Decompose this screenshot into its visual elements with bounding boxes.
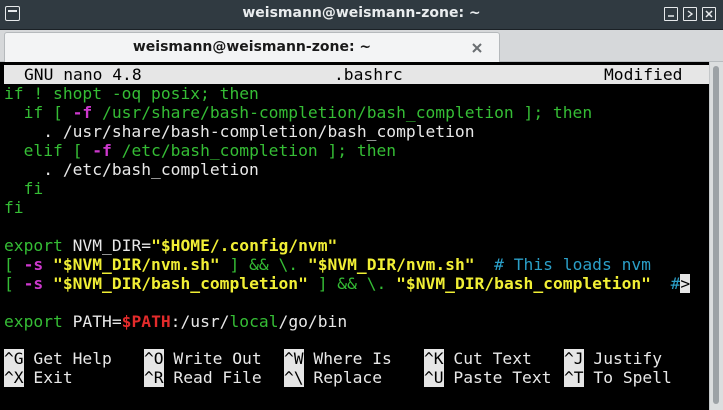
shortcut-key: ^W — [284, 349, 304, 368]
minimize-icon[interactable] — [664, 7, 678, 21]
nano-header-bar: GNU nano 4.8 .bashrc Modified — [4, 65, 709, 84]
window-title: weismann@weismann-zone: ~ — [242, 5, 481, 21]
code-token: export — [4, 312, 63, 331]
code-token: /usr/share/bash-completion/bash_completi… — [92, 103, 593, 122]
code-token: . /etc/bash_completion — [4, 160, 259, 179]
code-token: :/usr/ — [170, 312, 230, 331]
code-token: # — [650, 274, 681, 293]
nano-version: GNU nano 4.8 — [24, 65, 142, 84]
code-token: "$NVM_DIR/nvm.sh" — [53, 255, 220, 274]
shortcut-label: Where Is — [303, 349, 392, 368]
shortcut-key: ^U — [424, 368, 444, 387]
code-token: "$NVM_DIR/bash_completion" — [396, 274, 651, 293]
code-token: /go/bin — [278, 312, 348, 331]
nano-filename: .bashrc — [334, 65, 403, 84]
window-title-bar[interactable]: weismann@weismann-zone: ~ — [0, 0, 723, 30]
code-token: PATH= — [62, 312, 122, 331]
file-line: export NVM_DIR="$HOME/.config/nvm" — [4, 236, 337, 255]
code-token: # This loads nvm — [474, 255, 651, 274]
code-token: > — [680, 274, 691, 293]
file-line: fi — [4, 179, 44, 198]
code-token: -s — [23, 255, 44, 274]
code-token: [ — [4, 274, 24, 293]
shortcut-label: Cut Text — [443, 349, 532, 368]
code-token: elif [ — [4, 141, 93, 160]
file-line: . /usr/share/bash-completion/bash_comple… — [4, 122, 475, 141]
shortcut-key: ^J — [564, 349, 584, 368]
code-token: -s — [23, 274, 44, 293]
shortcut-label: Write Out — [163, 349, 262, 368]
shortcut-key: ^G — [4, 349, 24, 368]
terminal-tab[interactable]: weismann@weismann-zone: ~ — [4, 32, 500, 62]
code-token: ] && \. — [307, 274, 397, 293]
shortcut-label: Exit — [23, 368, 73, 387]
shortcut-label: Read File — [163, 368, 262, 387]
code-token: if ! shopt -oq posix; then — [4, 84, 259, 103]
close-x-icon[interactable] — [471, 42, 483, 54]
nano-status: Modified — [604, 65, 683, 84]
code-token: "$NVM_DIR/bash_completion" — [53, 274, 308, 293]
shortcut-item[interactable]: ^X Exit — [4, 368, 73, 387]
code-token: [ — [4, 255, 24, 274]
code-token: -f — [72, 103, 93, 122]
maximize-icon[interactable] — [683, 7, 697, 21]
code-token: "$NVM_DIR/nvm.sh" — [307, 255, 475, 274]
shortcut-key: ^X — [4, 368, 24, 387]
shortcut-label: Replace — [303, 368, 383, 387]
shortcut-label: Paste Text — [443, 368, 552, 387]
code-token: ] && \. — [219, 255, 308, 274]
close-icon[interactable] — [702, 7, 716, 21]
shortcut-label: To Spell — [583, 368, 672, 387]
scrollbar[interactable] — [709, 62, 723, 410]
file-line: if ! shopt -oq posix; then — [4, 84, 259, 103]
file-line: [ -s "$NVM_DIR/bash_completion" ] && \. … — [4, 274, 691, 293]
shortcut-item[interactable]: ^U Paste Text — [424, 368, 551, 387]
shortcut-item[interactable]: ^T To Spell — [564, 368, 672, 387]
code-token: fi — [4, 179, 44, 198]
file-line: export PATH=$PATH:/usr/local/go/bin — [4, 312, 347, 331]
code-token: -f — [92, 141, 112, 160]
code-token: local — [229, 312, 279, 331]
shortcut-key: ^O — [144, 349, 164, 368]
file-line: if [ -f /usr/share/bash-completion/bash_… — [4, 103, 593, 122]
shortcut-key: ^K — [424, 349, 444, 368]
shortcut-item[interactable]: ^G Get Help — [4, 349, 112, 368]
shortcut-key: ^T — [564, 368, 584, 387]
shortcut-label: Get Help — [23, 349, 112, 368]
code-token: /etc/bash_completion ]; then — [111, 141, 397, 160]
shortcut-key: ^R — [144, 368, 164, 387]
shortcut-label: Justify — [583, 349, 663, 368]
shortcut-item[interactable]: ^W Where Is — [284, 349, 392, 368]
code-token: $PATH — [121, 312, 171, 331]
file-line: fi — [4, 198, 24, 217]
code-token: . /usr/share/bash-completion/bash_comple… — [4, 122, 475, 141]
code-token: if [ — [4, 103, 73, 122]
shortcut-item[interactable]: ^\ Replace — [284, 368, 382, 387]
tab-label: weismann@weismann-zone: ~ — [132, 39, 372, 55]
file-line: . /etc/bash_completion — [4, 160, 259, 179]
file-line: elif [ -f /etc/bash_completion ]; then — [4, 141, 397, 160]
file-line: [ -s "$NVM_DIR/nvm.sh" ] && \. "$NVM_DIR… — [4, 255, 651, 274]
code-token: export — [4, 236, 63, 255]
code-token: "$HOME/.config/nvm" — [151, 236, 338, 255]
shortcut-item[interactable]: ^R Read File — [144, 368, 262, 387]
code-token: NVM_DIR= — [62, 236, 152, 255]
terminal-area[interactable]: GNU nano 4.8 .bashrc Modified if ! shopt… — [0, 62, 709, 410]
tab-bar: weismann@weismann-zone: ~ — [0, 30, 723, 62]
shortcut-item[interactable]: ^K Cut Text — [424, 349, 532, 368]
scrollbar-thumb[interactable] — [713, 66, 719, 404]
shortcut-item[interactable]: ^J Justify — [564, 349, 662, 368]
shortcut-item[interactable]: ^O Write Out — [144, 349, 262, 368]
code-token: fi — [4, 198, 24, 217]
shortcut-key: ^\ — [284, 368, 304, 387]
